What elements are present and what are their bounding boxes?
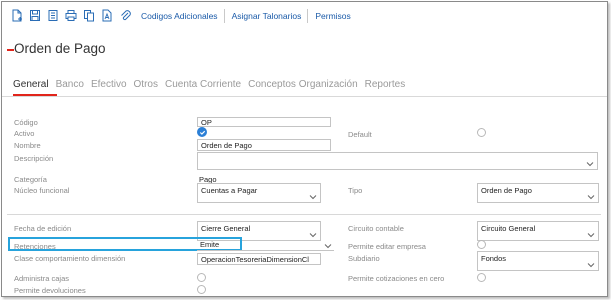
chevron-down-icon <box>587 232 595 238</box>
title-accent-marker <box>7 49 14 51</box>
tab-cuenta-corriente[interactable]: Cuenta Corriente <box>165 79 241 93</box>
toolbar: Codigos Adicionales Asignar Talonarios P… <box>2 2 607 29</box>
tipo-label: Tipo <box>348 186 363 195</box>
clase-comportamiento-label: Clase comportamiento dimensión <box>14 254 126 263</box>
administra-cajas-label: Administra cajas <box>14 274 70 283</box>
activo-checkbox[interactable] <box>197 127 207 137</box>
subdiario-select[interactable]: Fondos <box>477 251 599 271</box>
permite-devoluciones-label: Permite devoluciones <box>14 286 86 295</box>
chevron-down-icon <box>309 232 317 238</box>
codigo-input[interactable] <box>197 117 331 127</box>
nucleo-funcional-value: Cuentas a Pagar <box>201 186 258 195</box>
fecha-edicion-value: Cierre General <box>201 224 251 233</box>
permite-cotizaciones-label: Permite cotizaciones en cero <box>348 274 445 283</box>
tipo-select[interactable]: Orden de Pago <box>477 183 599 203</box>
retenciones-select[interactable]: Emite <box>197 240 334 251</box>
circuito-contable-select[interactable]: Circuito General <box>477 221 599 241</box>
clase-comportamiento-input[interactable] <box>197 253 321 265</box>
circuito-contable-value: Circuito General <box>481 224 536 233</box>
tab-conceptos-organizacion[interactable]: Conceptos Organización <box>248 79 358 93</box>
nombre-label: Nombre <box>14 141 41 150</box>
circuito-contable-label: Circuito contable <box>348 224 404 233</box>
default-checkbox[interactable] <box>477 128 486 137</box>
retenciones-value: Emite <box>200 240 220 249</box>
administra-cajas-checkbox[interactable] <box>197 273 206 282</box>
chevron-down-icon <box>587 194 595 200</box>
nucleo-funcional-select[interactable]: Cuentas a Pagar <box>197 183 321 203</box>
print-icon[interactable] <box>65 9 77 22</box>
fecha-edicion-label: Fecha de edición <box>14 224 72 233</box>
nombre-input[interactable] <box>197 139 331 151</box>
nucleo-funcional-label: Núcleo funcional <box>14 186 70 195</box>
activo-label: Activo <box>14 129 35 138</box>
retenciones-label: Retenciones <box>14 242 56 251</box>
codigos-adicionales-link[interactable]: Codigos Adicionales <box>141 11 218 21</box>
new-document-icon[interactable] <box>11 9 23 22</box>
tabs-divider <box>2 96 607 97</box>
codigo-label: Código <box>14 118 38 127</box>
chevron-down-icon <box>324 243 332 249</box>
subdiario-label: Subdiario <box>348 254 380 263</box>
save-icon[interactable] <box>29 9 41 22</box>
pdf-icon[interactable] <box>101 9 113 22</box>
subdiario-value: Fondos <box>481 254 507 263</box>
toolbar-divider <box>307 8 309 23</box>
attach-icon[interactable] <box>119 9 131 22</box>
descripcion-textarea[interactable] <box>197 152 598 170</box>
permisos-link[interactable]: Permisos <box>315 11 350 21</box>
tab-bar: General Banco Efectivo Otros Cuenta Corr… <box>13 79 412 93</box>
permite-editar-empresa-label: Permite editar empresa <box>348 242 426 251</box>
permite-devoluciones-checkbox[interactable] <box>197 285 206 294</box>
tab-reportes[interactable]: Reportes <box>365 79 406 93</box>
permite-cotizaciones-checkbox[interactable] <box>477 273 486 282</box>
page-title: Orden de Pago <box>14 41 106 56</box>
tab-efectivo[interactable]: Efectivo <box>91 79 127 93</box>
checkmark-icon <box>199 130 205 135</box>
tab-otros[interactable]: Otros <box>134 79 158 93</box>
chevron-down-icon <box>586 161 594 167</box>
chevron-down-icon <box>309 194 317 200</box>
tipo-value: Orden de Pago <box>481 186 532 195</box>
categoria-label: Categoría <box>14 175 47 184</box>
tab-general[interactable]: General <box>13 79 49 93</box>
toolbar-divider <box>223 8 225 23</box>
permite-editar-empresa-checkbox[interactable] <box>477 240 486 249</box>
chevron-down-icon <box>587 262 595 268</box>
window-frame: Codigos Adicionales Asignar Talonarios P… <box>1 1 608 297</box>
default-label: Default <box>348 130 372 139</box>
list-icon[interactable] <box>47 9 59 22</box>
section-divider <box>7 214 601 215</box>
descripcion-label: Descripción <box>14 154 54 163</box>
copy-document-icon[interactable] <box>83 9 95 22</box>
asignar-talonarios-link[interactable]: Asignar Talonarios <box>232 11 302 21</box>
tab-banco[interactable]: Banco <box>56 79 84 93</box>
